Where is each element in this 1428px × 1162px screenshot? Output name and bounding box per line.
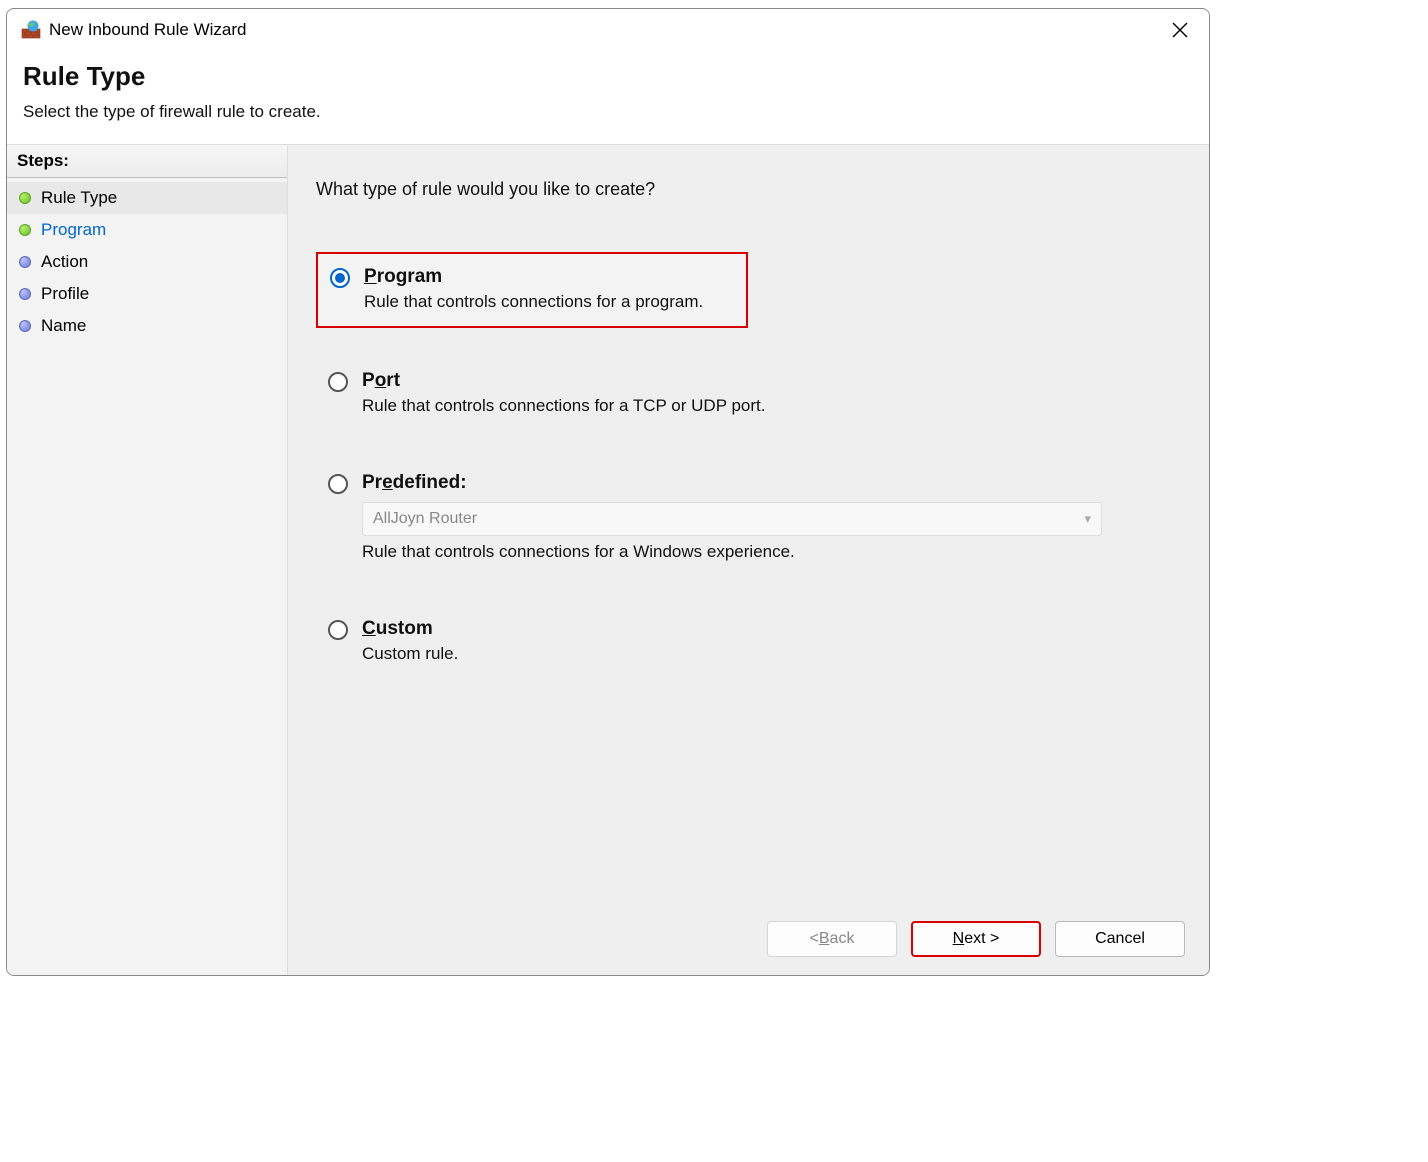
bullet-icon <box>19 288 31 300</box>
back-button: < Back <box>767 921 897 957</box>
page-subtitle: Select the type of firewall rule to crea… <box>23 102 1193 122</box>
step-action[interactable]: Action <box>7 246 287 278</box>
bullet-icon <box>19 192 31 204</box>
option-body: Predefined: AllJoyn Router ▾ Rule that c… <box>362 472 1155 562</box>
option-body: Program Rule that controls connections f… <box>364 266 730 312</box>
main-panel: What type of rule would you like to crea… <box>288 145 1209 975</box>
steps-label: Steps: <box>7 145 287 178</box>
body-area: Steps: Rule Type Program Action Profile <box>7 145 1209 975</box>
step-label: Name <box>41 316 86 336</box>
titlebar-left: New Inbound Rule Wizard <box>21 20 246 40</box>
option-title: Predefined: <box>362 472 1155 494</box>
window-title: New Inbound Rule Wizard <box>49 20 246 40</box>
option-body: Custom Custom rule. <box>362 618 1155 664</box>
option-desc: Rule that controls connections for a TCP… <box>362 396 1155 416</box>
predefined-dropdown[interactable]: AllJoyn Router ▾ <box>362 502 1102 536</box>
bullet-icon <box>19 320 31 332</box>
radio-custom[interactable] <box>328 620 348 640</box>
option-port[interactable]: Port Rule that controls connections for … <box>316 358 1171 430</box>
page-title: Rule Type <box>23 61 1193 92</box>
radio-program[interactable] <box>330 268 350 288</box>
dropdown-selected: AllJoyn Router <box>373 510 477 528</box>
firewall-icon <box>21 20 41 40</box>
radio-port[interactable] <box>328 372 348 392</box>
step-name[interactable]: Name <box>7 310 287 342</box>
titlebar: New Inbound Rule Wizard <box>7 9 1209 51</box>
option-title: Port <box>362 370 1155 392</box>
option-title: Program <box>364 266 730 288</box>
option-title: Custom <box>362 618 1155 640</box>
option-custom[interactable]: Custom Custom rule. <box>316 606 1171 678</box>
question-text: What type of rule would you like to crea… <box>316 179 1171 200</box>
option-desc: Custom rule. <box>362 644 1155 664</box>
radio-predefined[interactable] <box>328 474 348 494</box>
option-predefined[interactable]: Predefined: AllJoyn Router ▾ Rule that c… <box>316 460 1171 576</box>
bullet-icon <box>19 256 31 268</box>
close-button[interactable] <box>1165 15 1195 45</box>
header-area: Rule Type Select the type of firewall ru… <box>7 51 1209 145</box>
button-row: < Back Next > Cancel <box>288 905 1209 975</box>
cancel-button[interactable]: Cancel <box>1055 921 1185 957</box>
step-rule-type[interactable]: Rule Type <box>7 182 287 214</box>
step-program[interactable]: Program <box>7 214 287 246</box>
step-profile[interactable]: Profile <box>7 278 287 310</box>
steps-sidebar: Steps: Rule Type Program Action Profile <box>7 145 288 975</box>
bullet-icon <box>19 224 31 236</box>
next-button[interactable]: Next > <box>911 921 1041 957</box>
step-label: Rule Type <box>41 188 117 208</box>
option-program[interactable]: Program Rule that controls connections f… <box>316 252 748 328</box>
chevron-down-icon: ▾ <box>1084 511 1091 527</box>
wizard-window: New Inbound Rule Wizard Rule Type Select… <box>6 8 1210 976</box>
option-body: Port Rule that controls connections for … <box>362 370 1155 416</box>
step-label: Profile <box>41 284 89 304</box>
option-desc: Rule that controls connections for a Win… <box>362 542 1155 562</box>
step-label: Action <box>41 252 88 272</box>
steps-list: Rule Type Program Action Profile Name <box>7 178 287 346</box>
option-desc: Rule that controls connections for a pro… <box>364 292 730 312</box>
main-content: What type of rule would you like to crea… <box>288 145 1209 905</box>
step-label: Program <box>41 220 106 240</box>
close-icon <box>1172 22 1188 38</box>
